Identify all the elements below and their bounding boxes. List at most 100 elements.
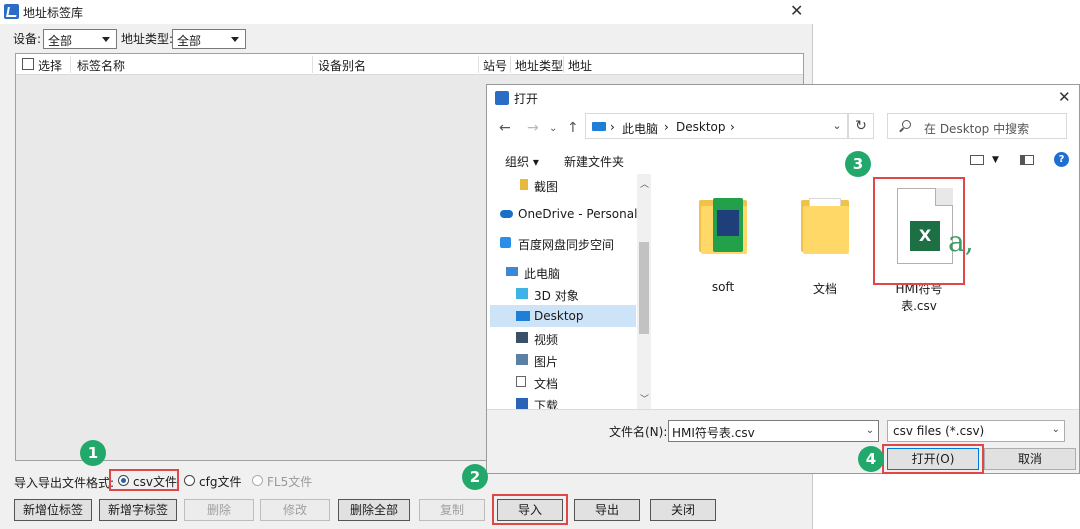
chevron-down-icon[interactable]: ⌄ — [861, 420, 879, 442]
cancel-button[interactable]: 取消 — [984, 448, 1076, 470]
search-icon — [902, 120, 911, 129]
dialog-title: 打开 — [514, 92, 539, 106]
device-select[interactable]: 全部 — [43, 29, 117, 49]
app-icon — [4, 4, 19, 19]
refresh-icon[interactable]: ↻ — [848, 113, 874, 139]
recent-locations-icon[interactable]: ⌄ — [549, 123, 557, 134]
file-format-label: 导入导出文件格式: — [14, 476, 115, 490]
filename-label: 文件名(N): — [609, 425, 668, 439]
breadcrumb-desktop[interactable]: Desktop — [676, 120, 726, 134]
file-item-documents[interactable]: 文档 — [785, 184, 865, 296]
help-icon[interactable]: ? — [1054, 152, 1069, 167]
preview-pane-icon[interactable] — [1020, 155, 1034, 165]
navigation-scrollbar[interactable]: ︿ ﹀ — [637, 174, 651, 409]
nav-item-3d-objects[interactable]: 3D 对象 — [490, 283, 638, 305]
highlight-box-step-2 — [492, 494, 568, 525]
nav-item-downloads[interactable]: 下载 — [490, 393, 638, 409]
device-label: 设备: — [13, 32, 42, 46]
step-badge-2: 2 — [462, 464, 488, 490]
chevron-down-icon — [102, 37, 110, 42]
chevron-down-icon[interactable]: ﹀ — [640, 392, 649, 405]
column-header-device-alias[interactable]: 设备别名 — [318, 57, 366, 74]
chevron-down-icon: ⌄ — [1051, 424, 1060, 435]
column-header-address[interactable]: 地址 — [568, 57, 592, 74]
picture-icon — [516, 354, 528, 365]
folder-icon — [520, 179, 528, 190]
column-header-select[interactable]: 选择 — [38, 57, 62, 74]
app-icon — [495, 91, 509, 105]
document-icon — [516, 376, 526, 387]
nav-item-desktop[interactable]: Desktop — [490, 305, 636, 327]
radio-fl5-label[interactable]: FL5文件 — [267, 473, 312, 490]
add-bit-tag-button[interactable]: 新增位标签 — [14, 499, 92, 521]
file-name: HMI符号表.csv — [895, 282, 943, 313]
file-name: soft — [711, 280, 735, 294]
chevron-down-icon[interactable]: ▼ — [992, 155, 999, 165]
nav-item-onedrive[interactable]: OneDrive - Personal — [490, 203, 638, 225]
desktop-icon — [516, 311, 530, 321]
new-folder-button[interactable]: 新建文件夹 — [564, 153, 624, 170]
file-item-soft[interactable]: soft — [683, 184, 763, 294]
video-icon — [516, 332, 528, 343]
view-options-icon[interactable] — [970, 155, 984, 165]
address-bar[interactable]: › 此电脑 › Desktop › — [585, 113, 848, 139]
select-all-checkbox[interactable] — [22, 58, 34, 70]
radio-cfg-label[interactable]: cfg文件 — [199, 473, 241, 490]
cube-icon — [516, 288, 528, 299]
nav-item-screenshots[interactable]: 截图 — [490, 174, 638, 196]
chevron-down-icon — [231, 37, 239, 42]
breadcrumb-this-pc[interactable]: 此电脑 — [622, 120, 658, 137]
modify-button[interactable]: 修改 — [260, 499, 330, 521]
search-placeholder: 在 Desktop 中搜索 — [924, 122, 1030, 136]
radio-fl5[interactable] — [252, 475, 263, 486]
close-icon[interactable]: ✕ — [1058, 88, 1071, 106]
cloud-sync-icon — [500, 237, 511, 248]
step-badge-1: 1 — [80, 440, 106, 466]
computer-icon — [506, 267, 518, 276]
file-type-select[interactable]: csv files (*.csv) ⌄ — [887, 420, 1065, 442]
add-word-tag-button[interactable]: 新增字标签 — [99, 499, 177, 521]
computer-icon — [592, 122, 606, 131]
file-list: soft 文档 X a, HMI符号表.csv — [653, 174, 1079, 409]
nav-item-videos[interactable]: 视频 — [490, 327, 638, 349]
address-type-value: 全部 — [177, 34, 202, 48]
dialog-footer: 文件名(N): HMI符号表.csv ⌄ csv files (*.csv) ⌄… — [487, 409, 1079, 474]
filename-input[interactable]: HMI符号表.csv — [668, 420, 879, 442]
cloud-icon — [500, 210, 513, 218]
copy-button[interactable]: 复制 — [419, 499, 485, 521]
highlight-box-step-3 — [873, 177, 965, 285]
command-bar: 组织 ▾ 新建文件夹 ▼ ? — [487, 147, 1079, 173]
column-header-tag-name[interactable]: 标签名称 — [77, 57, 125, 74]
column-header-station[interactable]: 站号 — [483, 57, 507, 74]
close-button[interactable]: 关闭 — [650, 499, 716, 521]
scrollbar-thumb[interactable] — [639, 242, 649, 334]
nav-item-pictures[interactable]: 图片 — [490, 349, 638, 371]
close-icon[interactable]: ✕ — [790, 1, 803, 20]
back-arrow-icon[interactable]: ← — [499, 120, 511, 136]
nav-item-this-pc[interactable]: 此电脑 — [490, 261, 638, 283]
title-bar: 地址标签库 ✕ — [0, 0, 813, 24]
open-file-dialog: 打开 ✕ ← → ⌄ ↑ › 此电脑 › Desktop › ⌄ ↻ 在 Des… — [486, 84, 1080, 474]
search-box[interactable]: 在 Desktop 中搜索 — [887, 113, 1067, 139]
address-type-label: 地址类型: — [121, 32, 174, 46]
delete-all-button[interactable]: 删除全部 — [338, 499, 410, 521]
navigation-pane: 截图 OneDrive - Personal 百度网盘同步空间 此电脑 3D 对… — [490, 174, 650, 409]
window-title: 地址标签库 — [23, 6, 84, 20]
chevron-down-icon[interactable]: ⌄ — [827, 116, 847, 136]
step-badge-4: 4 — [858, 446, 884, 472]
nav-item-baidu-sync[interactable]: 百度网盘同步空间 — [490, 232, 638, 254]
radio-cfg[interactable] — [184, 475, 195, 486]
export-button[interactable]: 导出 — [574, 499, 640, 521]
forward-arrow-icon[interactable]: → — [527, 120, 539, 136]
delete-button[interactable]: 删除 — [184, 499, 254, 521]
column-header-address-type[interactable]: 地址类型 — [515, 57, 563, 74]
table-header: 选择 标签名称 设备别名 站号 地址类型 地址 — [16, 54, 803, 75]
address-type-select[interactable]: 全部 — [172, 29, 246, 49]
file-type-value: csv files (*.csv) — [893, 424, 985, 438]
chevron-up-icon[interactable]: ︿ — [640, 177, 649, 190]
up-arrow-icon[interactable]: ↑ — [567, 120, 579, 136]
step-badge-3: 3 — [845, 151, 871, 177]
organize-menu[interactable]: 组织 ▾ — [505, 153, 539, 170]
nav-item-documents[interactable]: 文档 — [490, 371, 638, 393]
file-name: 文档 — [812, 282, 837, 296]
